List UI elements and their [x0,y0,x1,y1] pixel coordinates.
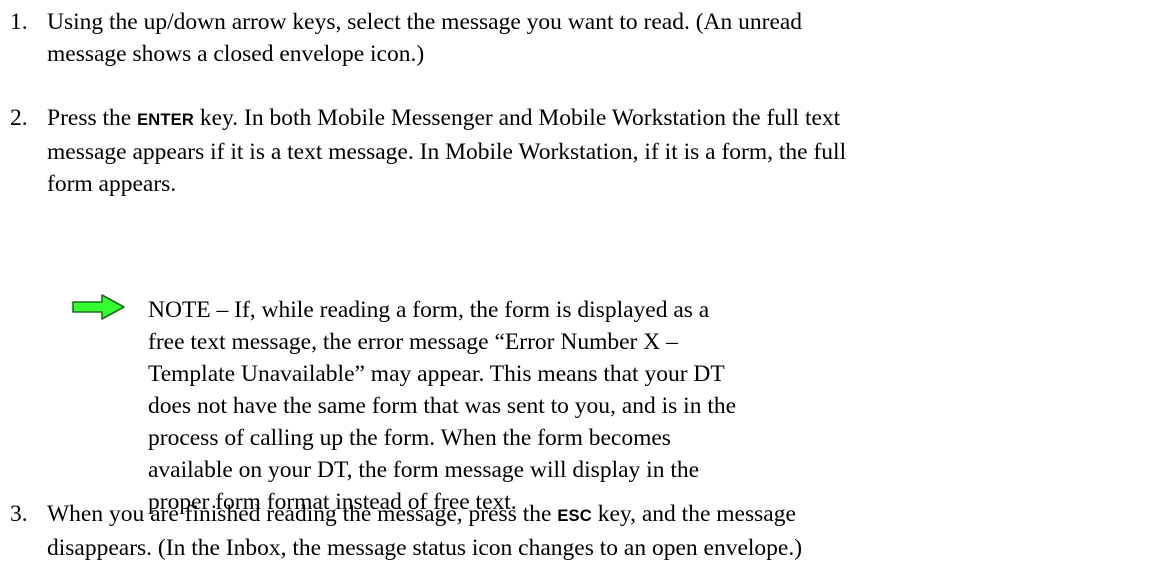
step-3-line-2: disappears. (In the Inbox, the message s… [47,535,803,561]
step-3-text: When you are finished reading the messag… [47,498,802,564]
note-line-5: process of calling up the form. When the… [148,425,671,451]
step-1-line-1: Using the up/down arrow keys, select the… [47,9,803,35]
step-2-number: 2. [10,105,28,131]
step-3-line-1-post: key, and the message [591,501,796,527]
note-line-6: available on your DT, the form message w… [148,457,700,483]
step-2-line-1-post: key. In both Mobile Messenger and Mobile… [194,105,841,131]
enter-key-label: ENTER [137,111,194,129]
step-3-line-1: When you are finished reading the messag… [47,498,802,532]
note-text: NOTE – If, while reading a form, the for… [148,294,736,518]
step-2-line-1: Press the ENTER key. In both Mobile Mess… [47,102,846,136]
right-arrow-icon [72,294,125,320]
step-2-line-3: form appears. [47,171,177,197]
step-1-number: 1. [10,9,28,35]
step-2-line-1-pre: Press the [47,105,138,131]
note-line-2: free text message, the error message “Er… [148,329,678,355]
step-2-text: Press the ENTER key. In both Mobile Mess… [47,102,846,200]
note-line-3: Template Unavailable” may appear. This m… [148,361,725,387]
note-line-4: does not have the same form that was sen… [148,393,737,419]
step-1-text: Using the up/down arrow keys, select the… [47,6,802,70]
step-1-line-2: message shows a closed envelope icon.) [47,41,425,67]
document-page: 1. Using the up/down arrow keys, select … [0,0,1166,562]
step-3-number: 3. [10,501,28,527]
note-line-1: NOTE – If, while reading a form, the for… [148,297,710,323]
esc-key-label: ESC [557,507,592,525]
step-2-line-2: message appears if it is a text message.… [47,139,847,165]
step-3-line-1-pre: When you are finished reading the messag… [47,501,558,527]
